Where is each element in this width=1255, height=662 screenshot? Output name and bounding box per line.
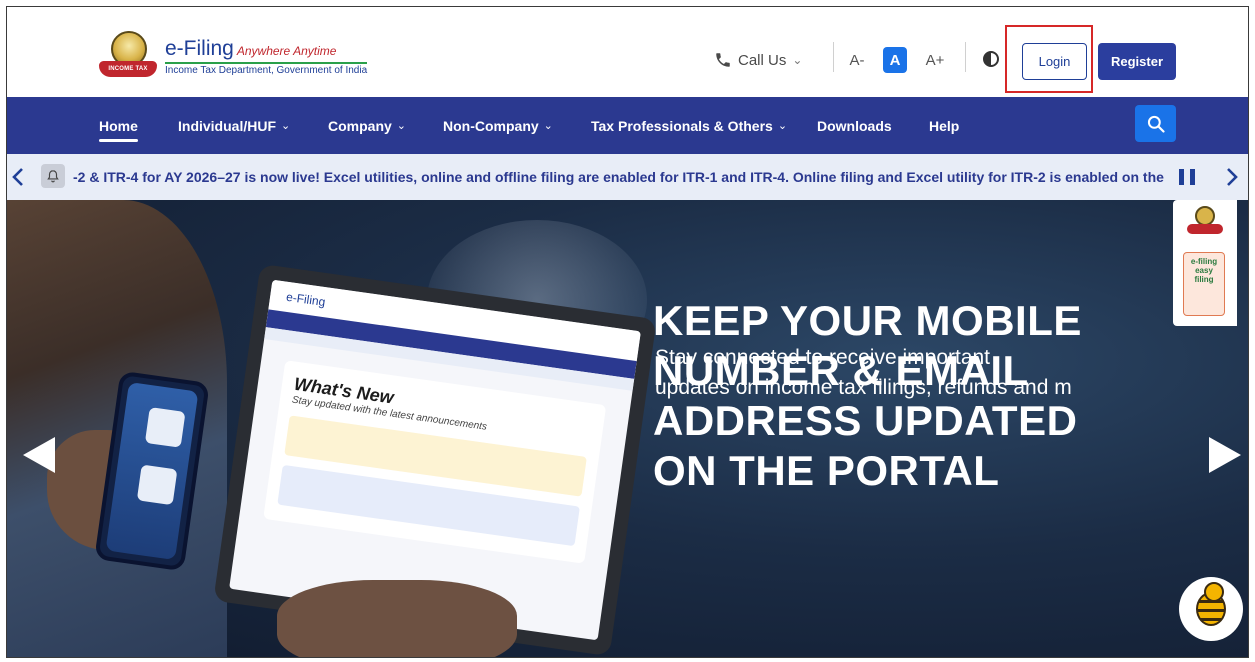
brand-subtitle: Income Tax Department, Government of Ind…: [165, 61, 368, 76]
chevron-down-icon: ⌄: [777, 120, 788, 132]
brand-tagline: Anywhere Anytime: [236, 43, 337, 58]
site-header: INCOME TAX DEPARTMENT e-Filing Anywhere …: [7, 7, 1248, 97]
nav-label: Home: [99, 117, 138, 134]
phone-icon: [716, 53, 730, 67]
chatbot-bee-icon: [1196, 582, 1226, 626]
nav-item-downloads[interactable]: Downloads: [817, 97, 892, 154]
font-decrease-button[interactable]: A-: [847, 47, 867, 73]
brand-block: e-Filing Anywhere Anytime Income Tax Dep…: [165, 36, 368, 76]
slide-next-icon[interactable]: [1209, 437, 1241, 473]
nav-item-help[interactable]: Help: [929, 97, 959, 154]
register-button[interactable]: Register: [1098, 43, 1176, 80]
search-icon: [1147, 115, 1165, 133]
chevron-left-icon[interactable]: [11, 167, 25, 187]
hero-subtext-line: Stay connected to receive important: [655, 346, 991, 369]
nav-item-company[interactable]: Company ⌄: [328, 97, 406, 154]
nav-label: Downloads: [817, 117, 892, 134]
search-button[interactable]: [1135, 105, 1176, 142]
hero-headline-line: ON THE PORTAL: [653, 447, 1000, 494]
nav-item-non-company[interactable]: Non-Company ⌄: [443, 97, 553, 154]
hero-subtext-line: updates on income tax filings, refunds a…: [655, 376, 1072, 399]
chatbot-button[interactable]: [1179, 577, 1243, 641]
chevron-right-icon[interactable]: [1225, 167, 1239, 187]
slide-prev-icon[interactable]: [23, 437, 55, 473]
call-us-label: Call Us: [738, 51, 787, 69]
hero-headline-line: KEEP YOUR MOBILE: [653, 297, 1082, 344]
nav-label: Company: [328, 117, 392, 134]
chevron-down-icon: ⌄: [396, 120, 407, 132]
font-normal-button[interactable]: A: [883, 47, 907, 73]
nav-label: Non-Company: [443, 117, 539, 134]
nav-item-individual-huf[interactable]: Individual/HUF ⌄: [178, 97, 290, 154]
divider: [965, 42, 966, 72]
pause-icon[interactable]: [1179, 169, 1195, 185]
nav-item-home[interactable]: Home: [99, 97, 138, 154]
emblem-ribbon-text: INCOME TAX DEPARTMENT: [99, 61, 157, 88]
bell-icon: [41, 164, 65, 188]
ticker-text[interactable]: -2 & ITR-4 for AY 2026–27 is now live! E…: [73, 154, 1165, 200]
chevron-down-icon: ⌄: [281, 120, 291, 132]
emblem-logo-icon[interactable]: [1187, 206, 1223, 242]
site-logo[interactable]: INCOME TAX DEPARTMENT e-Filing Anywhere …: [99, 27, 368, 88]
nav-item-tax-professionals[interactable]: Tax Professionals & Others ⌄: [591, 97, 787, 154]
chevron-down-icon: ⌄: [543, 120, 553, 132]
divider: [833, 42, 834, 72]
main-nav: Home Individual/HUF ⌄ Company ⌄ Non-Compan…: [7, 97, 1248, 154]
contrast-icon[interactable]: [983, 51, 999, 67]
login-button[interactable]: Login: [1022, 43, 1087, 80]
chevron-down-icon: ⌄: [792, 53, 803, 67]
brand-name: e-Filing: [165, 36, 234, 60]
announcement-ticker: -2 & ITR-4 for AY 2026–27 is now live! E…: [7, 154, 1248, 200]
hero-carousel: e-Filing What's New Stay updated with th…: [7, 200, 1248, 657]
hero-subtext: Stay connected to receive important upda…: [655, 343, 1175, 403]
side-quick-panel: e-filing easy filing: [1173, 200, 1237, 326]
hero-headline-line: ADDRESS UPDATED: [653, 397, 1078, 444]
nav-label: Individual/HUF: [178, 117, 276, 134]
call-us-dropdown[interactable]: Call Us ⌄: [714, 51, 802, 69]
nav-label: Tax Professionals & Others: [591, 117, 773, 134]
browser-viewport: INCOME TAX DEPARTMENT e-Filing Anywhere …: [6, 6, 1249, 658]
nav-label: Help: [929, 117, 960, 134]
font-increase-button[interactable]: A+: [923, 47, 947, 73]
easy-filing-icon[interactable]: e-filing easy filing: [1183, 252, 1225, 316]
emblem-logo-icon: INCOME TAX DEPARTMENT: [99, 27, 157, 88]
